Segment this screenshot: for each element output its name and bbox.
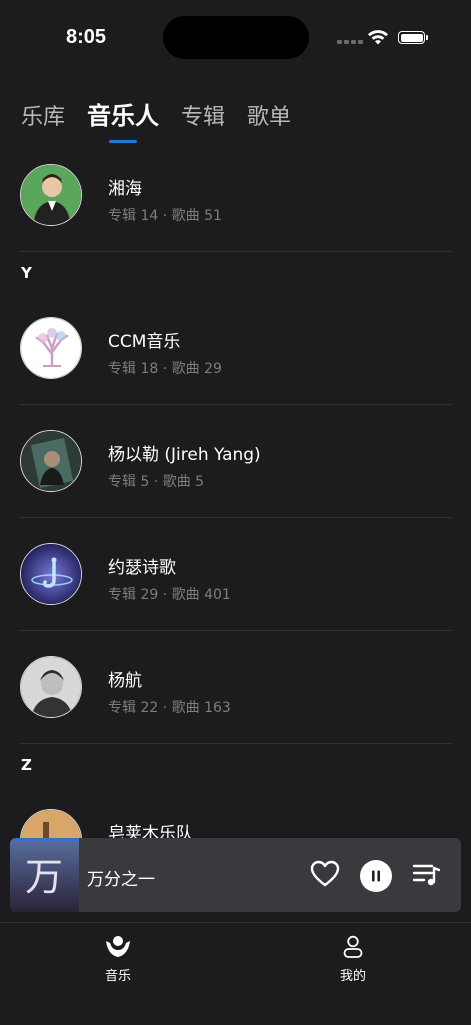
- row-divider: [20, 404, 451, 405]
- top-tabs: 乐库 音乐人 专辑 歌单: [21, 96, 313, 131]
- artist-name: 杨航: [108, 671, 142, 691]
- tabbar-label: 我的: [339, 969, 366, 984]
- section-header-z: Z: [21, 756, 32, 774]
- artist-name: CCM音乐: [108, 332, 181, 352]
- now-playing-title: 万分之一: [87, 870, 155, 890]
- tab-artists[interactable]: 音乐人: [87, 96, 159, 131]
- artist-stats: 专辑 22 · 歌曲 163: [108, 700, 231, 716]
- tab-library[interactable]: 乐库: [21, 99, 65, 131]
- tabbar-item-mine[interactable]: 我的: [323, 935, 383, 984]
- artist-stats: 专辑 5 · 歌曲 5: [108, 474, 205, 490]
- artist-stats: 专辑 14 · 歌曲 51: [108, 208, 222, 224]
- tabbar-item-music[interactable]: 音乐: [88, 935, 148, 984]
- artist-name: 约瑟诗歌: [108, 558, 176, 578]
- artist-avatar: [20, 430, 82, 492]
- artist-row[interactable]: 约瑟诗歌 专辑 29 · 歌曲 401: [0, 519, 471, 631]
- artist-stats: 专辑 29 · 歌曲 401: [108, 587, 231, 603]
- pause-button[interactable]: [360, 860, 392, 892]
- mini-player[interactable]: 万 万分之一: [10, 838, 461, 912]
- pause-icon: [372, 870, 380, 882]
- artist-avatar: [20, 809, 82, 840]
- tab-albums[interactable]: 专辑: [181, 99, 225, 131]
- artist-row[interactable]: 皂荚木乐队: [0, 785, 471, 840]
- row-divider: [20, 517, 451, 518]
- tab-playlists[interactable]: 歌单: [247, 99, 291, 131]
- row-divider: [20, 743, 451, 744]
- row-divider: [20, 251, 451, 252]
- artist-name: 杨以勒 (Jireh Yang): [108, 445, 261, 465]
- artist-stats: 专辑 18 · 歌曲 29: [108, 361, 222, 377]
- tabbar-label: 音乐: [104, 969, 131, 984]
- artist-name: 皂荚木乐队: [108, 824, 193, 840]
- artist-row[interactable]: 湘海 专辑 14 · 歌曲 51: [0, 140, 471, 252]
- artist-avatar: [20, 543, 82, 605]
- cellular-signal-icon: [337, 40, 363, 44]
- profile-icon: [343, 935, 363, 958]
- status-bar: 8:05: [0, 0, 471, 70]
- artist-name: 湘海: [108, 179, 142, 199]
- playlist-queue-icon[interactable]: [412, 862, 440, 888]
- artist-row[interactable]: 杨以勒 (Jireh Yang) 专辑 5 · 歌曲 5: [0, 406, 471, 518]
- row-divider: [20, 630, 451, 631]
- artist-avatar: [20, 656, 82, 718]
- artist-list: 湘海 专辑 14 · 歌曲 51 Y CCM音乐 专辑 18 · 歌曲 29 杨…: [0, 140, 471, 840]
- music-person-icon: [106, 936, 130, 957]
- artist-avatar: [20, 317, 82, 379]
- now-playing-cover: 万: [10, 838, 79, 912]
- artist-row[interactable]: 杨航 专辑 22 · 歌曲 163: [0, 632, 471, 744]
- artist-avatar: [20, 164, 82, 226]
- status-time: 8:05: [66, 26, 107, 48]
- section-header-y: Y: [21, 264, 32, 282]
- heart-icon[interactable]: [310, 860, 340, 888]
- cover-calligraphy: 万: [25, 855, 63, 899]
- bottom-tab-bar: 音乐 我的: [0, 922, 471, 1025]
- battery-icon: [398, 31, 428, 44]
- dynamic-island: [163, 16, 309, 59]
- artist-row[interactable]: CCM音乐 专辑 18 · 歌曲 29: [0, 293, 471, 405]
- wifi-icon: [368, 30, 388, 45]
